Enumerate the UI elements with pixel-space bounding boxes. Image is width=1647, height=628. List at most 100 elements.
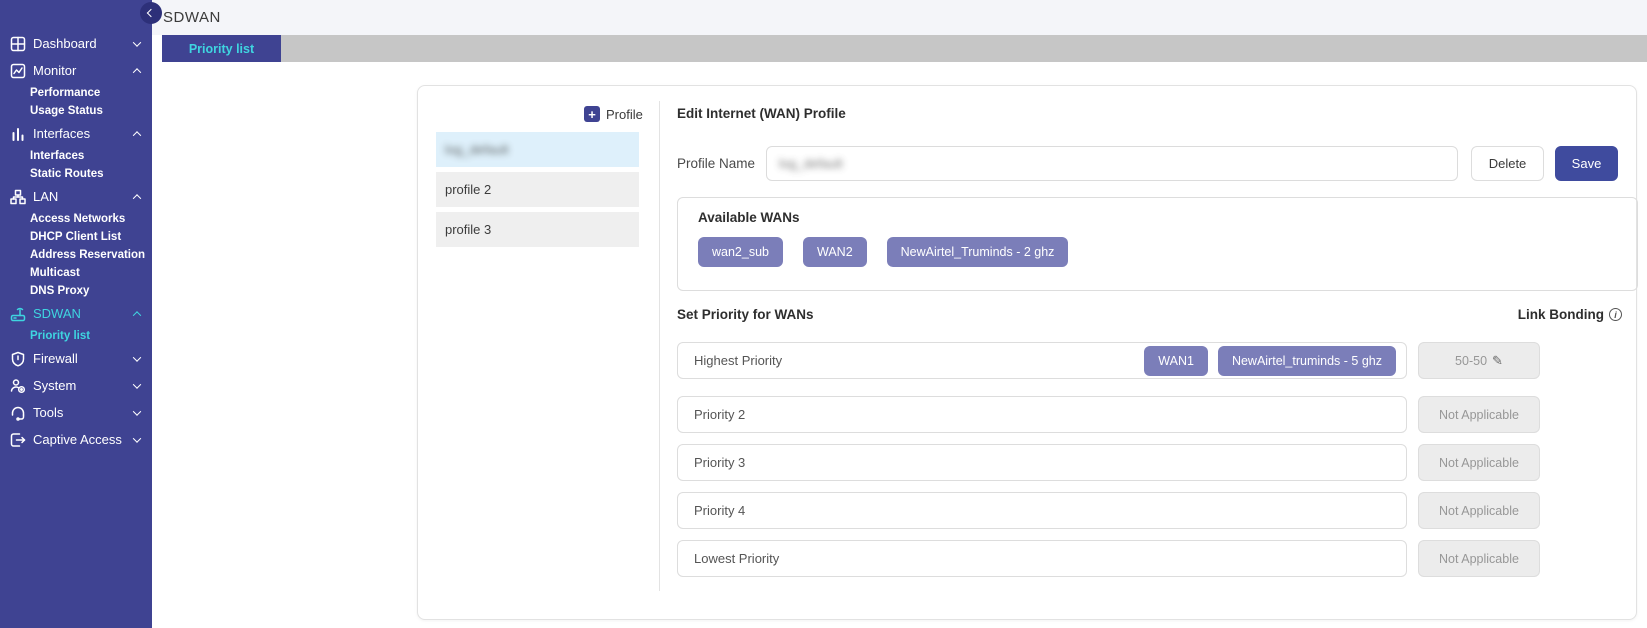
sidebar-item-dns-proxy[interactable]: DNS Proxy	[0, 282, 152, 300]
wan-chip[interactable]: WAN2	[803, 237, 867, 267]
sidebar-item-access-networks[interactable]: Access Networks	[0, 210, 152, 228]
dashboard-icon	[9, 35, 26, 52]
sidebar-item-lan[interactable]: LAN	[0, 183, 152, 210]
priority-row-2[interactable]: Priority 2	[677, 396, 1407, 433]
link-bonding-value-box[interactable]: 50-50 ✎	[1418, 342, 1540, 379]
sidebar-item-sdwan[interactable]: SDWAN	[0, 300, 152, 327]
chevron-down-icon	[133, 434, 141, 442]
chevron-down-icon	[133, 38, 141, 46]
interfaces-icon	[9, 125, 26, 142]
bonding-value: 50-50	[1455, 354, 1487, 368]
bonding-value: Not Applicable	[1439, 504, 1519, 518]
bonding-value: Not Applicable	[1439, 408, 1519, 422]
sidebar-item-label: Firewall	[33, 351, 134, 366]
tab-priority-list[interactable]: Priority list	[162, 35, 281, 62]
sidebar-item-interfaces[interactable]: Interfaces	[0, 120, 152, 147]
edit-icon[interactable]: ✎	[1492, 353, 1503, 369]
chevron-up-icon	[133, 194, 141, 202]
sidebar-item-address-reservation[interactable]: Address Reservation	[0, 246, 152, 264]
profile-list-item[interactable]: profile 2	[436, 172, 639, 207]
vertical-divider	[659, 101, 660, 591]
chevron-up-icon	[133, 68, 141, 76]
link-bonding-label: Link Bonding	[1518, 307, 1604, 322]
profile-name: profile 3	[445, 222, 491, 237]
sidebar-item-label: System	[33, 378, 134, 393]
chevron-up-icon	[133, 131, 141, 139]
available-wans-chips: wan2_sub WAN2 NewAirtel_Truminds - 2 ghz	[698, 237, 1068, 267]
bonding-value: Not Applicable	[1439, 552, 1519, 566]
edit-profile-title: Edit Internet (WAN) Profile	[677, 106, 846, 121]
priority-row-highest[interactable]: Highest Priority WAN1 NewAirtel_truminds…	[677, 342, 1407, 379]
sidebar-item-multicast[interactable]: Multicast	[0, 264, 152, 282]
link-bonding-value-box: Not Applicable	[1418, 492, 1540, 529]
wan-profile-card: + Profile log_default profile 2 profile …	[417, 85, 1637, 620]
profile-name: profile 2	[445, 182, 491, 197]
priority-row-chips: WAN1 NewAirtel_truminds - 5 ghz	[1144, 346, 1396, 376]
profile-list-item[interactable]: log_default	[436, 132, 639, 167]
sidebar-item-captive-access[interactable]: Captive Access	[0, 426, 152, 453]
priority-row-label: Lowest Priority	[694, 551, 779, 566]
sidebar-item-tools[interactable]: Tools	[0, 399, 152, 426]
sidebar-item-label: Tools	[33, 405, 134, 420]
profile-list-item[interactable]: profile 3	[436, 212, 639, 247]
available-wans-title: Available WANs	[698, 210, 800, 225]
captive-access-icon	[9, 431, 26, 448]
tab-bar: Priority list	[162, 35, 1647, 62]
header-bar	[152, 0, 1647, 35]
sidebar-item-label: Interfaces	[33, 126, 134, 141]
bonding-value: Not Applicable	[1439, 456, 1519, 470]
priority-row-label: Priority 2	[694, 407, 745, 422]
sidebar: Dashboard Monitor Performance Usage Stat…	[0, 0, 152, 628]
page-title: SDWAN	[163, 9, 221, 26]
wan-chip[interactable]: NewAirtel_truminds - 5 ghz	[1218, 346, 1396, 376]
sidebar-item-static-routes[interactable]: Static Routes	[0, 165, 152, 183]
system-icon	[9, 377, 26, 394]
sidebar-item-priority-list[interactable]: Priority list	[0, 327, 152, 345]
priority-row-3[interactable]: Priority 3	[677, 444, 1407, 481]
wan-chip[interactable]: WAN1	[1144, 346, 1208, 376]
save-button[interactable]: Save	[1555, 146, 1618, 181]
chevron-down-icon	[133, 380, 141, 388]
link-bonding-value-box: Not Applicable	[1418, 444, 1540, 481]
profile-name-value: log_default	[779, 156, 843, 171]
sidebar-item-dashboard[interactable]: Dashboard	[0, 30, 152, 57]
info-icon[interactable]: i	[1609, 308, 1622, 321]
sidebar-item-dhcp-client-list[interactable]: DHCP Client List	[0, 228, 152, 246]
set-priority-title: Set Priority for WANs	[677, 307, 814, 322]
priority-row-label: Priority 4	[694, 503, 745, 518]
add-profile-label: Profile	[606, 107, 643, 122]
link-bonding-title: Link Bonding i	[1407, 307, 1638, 322]
chevron-down-icon	[133, 353, 141, 361]
chevron-down-icon	[133, 407, 141, 415]
sidebar-item-firewall[interactable]: Firewall	[0, 345, 152, 372]
wan-chip[interactable]: NewAirtel_Truminds - 2 ghz	[887, 237, 1069, 267]
sidebar-item-monitor[interactable]: Monitor	[0, 57, 152, 84]
priority-row-label: Highest Priority	[694, 353, 782, 368]
sidebar-collapse-button[interactable]	[140, 2, 162, 24]
profile-name-label: Profile Name	[677, 156, 755, 171]
available-wans-box: Available WANs wan2_sub WAN2 NewAirtel_T…	[677, 197, 1638, 291]
sidebar-item-interfaces-sub[interactable]: Interfaces	[0, 147, 152, 165]
sidebar-item-label: SDWAN	[33, 306, 134, 321]
priority-row-lowest[interactable]: Lowest Priority	[677, 540, 1407, 577]
lan-icon	[9, 188, 26, 205]
sdwan-icon	[9, 305, 26, 322]
chevron-left-icon	[147, 9, 155, 17]
profile-name-redacted: log_default	[445, 142, 509, 157]
link-bonding-value-box: Not Applicable	[1418, 540, 1540, 577]
sidebar-item-label: Monitor	[33, 63, 134, 78]
sidebar-item-label: LAN	[33, 189, 134, 204]
add-profile-button[interactable]: + Profile	[584, 106, 643, 122]
sidebar-item-system[interactable]: System	[0, 372, 152, 399]
link-bonding-value-box: Not Applicable	[1418, 396, 1540, 433]
priority-row-4[interactable]: Priority 4	[677, 492, 1407, 529]
profile-name-input[interactable]: log_default	[766, 146, 1458, 181]
plus-icon: +	[584, 106, 600, 122]
sidebar-item-usage-status[interactable]: Usage Status	[0, 102, 152, 120]
delete-button[interactable]: Delete	[1471, 146, 1544, 181]
sidebar-item-label: Captive Access	[33, 432, 134, 447]
tools-icon	[9, 404, 26, 421]
sidebar-item-performance[interactable]: Performance	[0, 84, 152, 102]
monitor-icon	[9, 62, 26, 79]
wan-chip[interactable]: wan2_sub	[698, 237, 783, 267]
